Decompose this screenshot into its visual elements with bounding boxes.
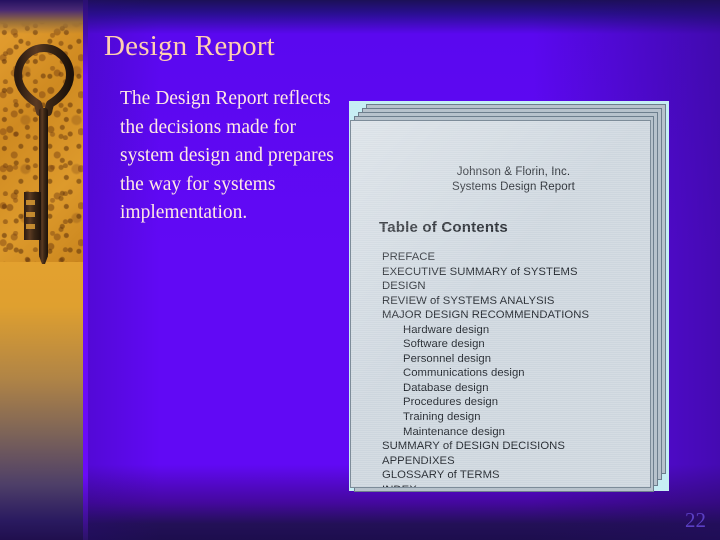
sidebar-decorative-strip <box>0 0 88 540</box>
table-of-contents-list: PREFACE EXECUTIVE SUMMARY of SYSTEMS DESIG… <box>382 250 644 487</box>
toc-entry: SUMMARY of DESIGN DECISIONS <box>382 440 565 453</box>
presentation-slide: Design Report The Design Report reflects… <box>0 0 720 540</box>
toc-entry: INDEX <box>382 483 644 487</box>
table-of-contents-heading: Table of Contents <box>379 219 508 236</box>
toc-entry: REVIEW of SYSTEMS ANALYSIS <box>382 294 555 307</box>
document-image-border: Johnson & Florin, Inc. Systems Design Re… <box>349 101 669 492</box>
sidebar-gradient-fade <box>0 262 88 540</box>
toc-entry: Training design <box>403 411 481 424</box>
toc-entry: Software design <box>403 338 485 351</box>
sidebar-edge-accent <box>83 0 88 540</box>
toc-entry: Database design <box>403 381 489 394</box>
toc-entry: EXECUTIVE SUMMARY of SYSTEMS <box>382 265 578 278</box>
slide-page-number: 22 <box>685 508 706 532</box>
toc-entry: APPENDIXES <box>382 454 455 467</box>
slide-body-text: The Design Report reflects the decisions… <box>120 88 334 224</box>
toc-entry: DESIGN <box>382 280 426 293</box>
toc-entry: Hardware design <box>403 323 490 336</box>
toc-entry: Personnel design <box>403 352 492 365</box>
toc-entry: GLOSSARY of TERMS <box>382 469 500 482</box>
page-title: Design Report <box>104 30 275 62</box>
toc-entry: Maintenance design <box>403 425 506 438</box>
document-front-page: Johnson & Florin, Inc. Systems Design Re… <box>350 120 651 488</box>
document-header: Johnson & Florin, Inc. Systems Design Re… <box>351 165 650 194</box>
toc-entry: Communications design <box>403 367 525 380</box>
toc-entry: Procedures design <box>403 396 499 409</box>
toc-entry: MAJOR DESIGN RECOMMENDATIONS <box>382 309 590 322</box>
skeleton-key-icon <box>14 44 74 264</box>
toc-entry: PREFACE <box>382 251 436 263</box>
design-report-document-image: Johnson & Florin, Inc. Systems Design Re… <box>349 101 669 492</box>
document-report-name: Systems Design Report <box>452 180 575 193</box>
document-company-name: Johnson & Florin, Inc. <box>456 166 571 178</box>
